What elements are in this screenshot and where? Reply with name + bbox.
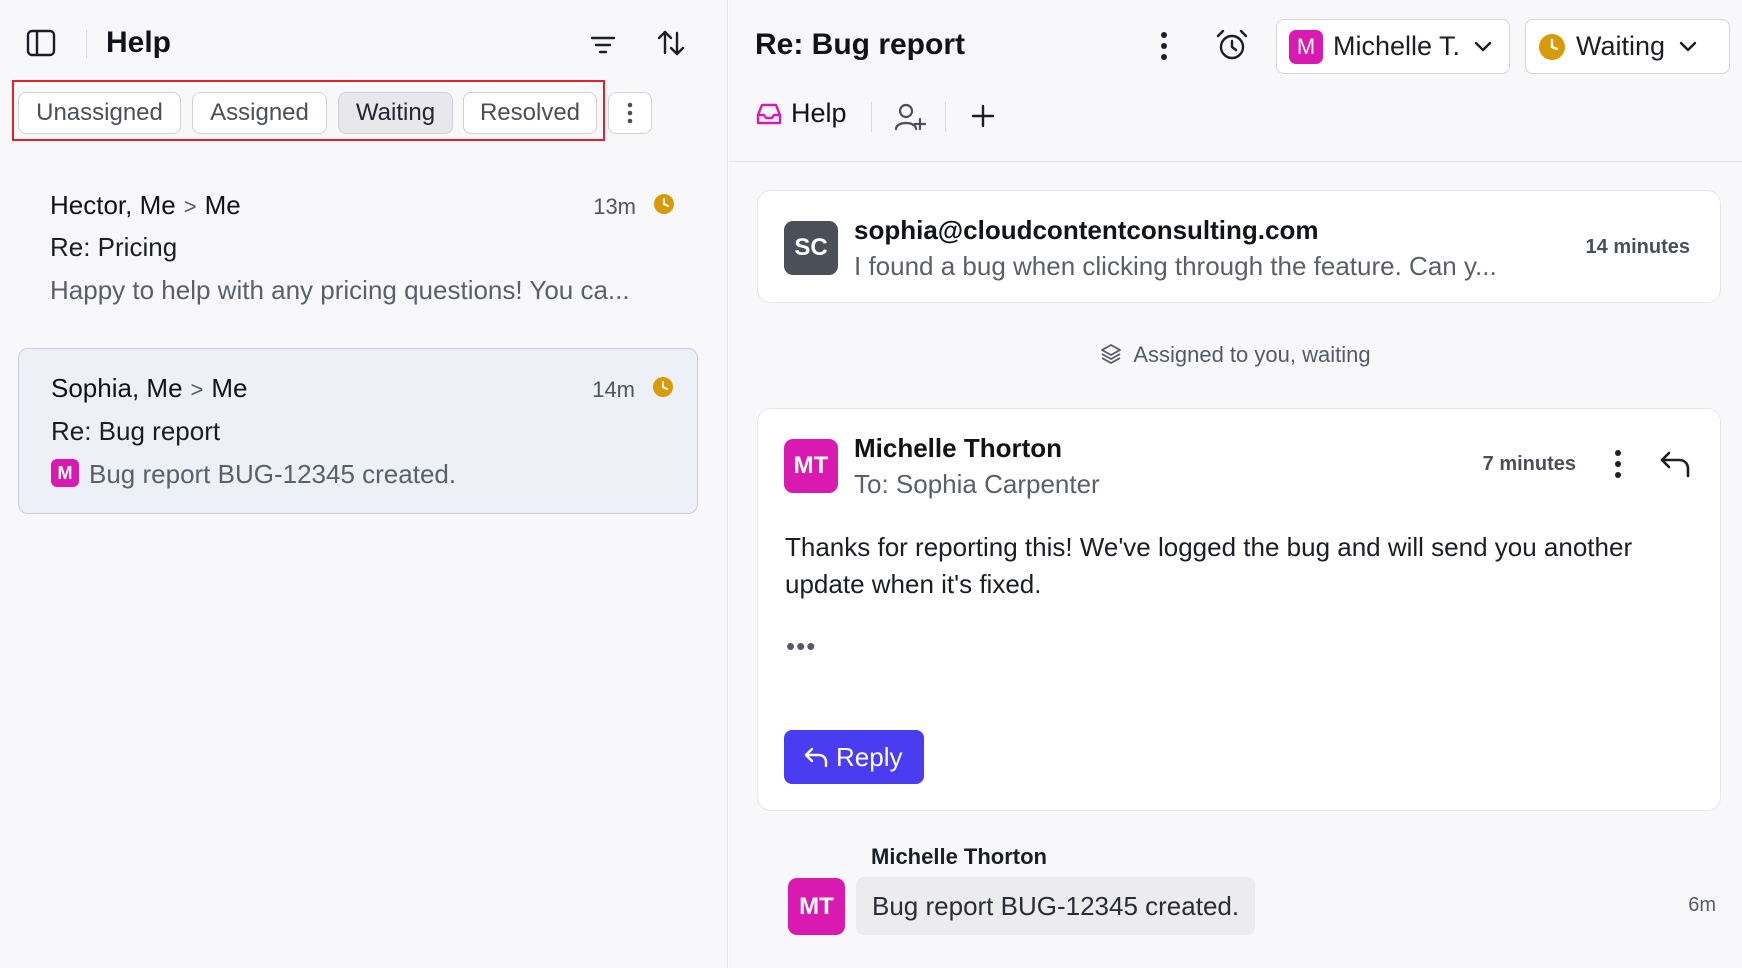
more-vertical-icon (1615, 450, 1621, 478)
inbox-icon (756, 103, 782, 124)
tab-help-inbox[interactable]: Help (755, 98, 847, 129)
message-time: 14 minutes (1585, 236, 1690, 258)
message-more-button[interactable] (1606, 447, 1630, 481)
chevron-down-icon (1474, 41, 1492, 51)
reply-icon-button[interactable] (1658, 447, 1692, 481)
conversation-item[interactable]: Sophia, Me > Me 14m Re: Bug report M Bug re… (18, 348, 698, 514)
message-snippet: I found a bug when clicking through the … (854, 251, 1497, 281)
filter-icon (590, 36, 616, 54)
message-sender: sophia@cloudcontentconsulting.com (854, 215, 1319, 245)
conversation-time: 14m (592, 377, 635, 402)
reply-icon (1660, 451, 1690, 478)
note-text: Bug report BUG-12345 created. (856, 877, 1256, 935)
clock-icon (1539, 33, 1565, 60)
avatar: M (1289, 29, 1323, 64)
avatar: M (51, 459, 79, 488)
conversation-list-panel: Help Unassigned Assigned Waiting Resolve… (0, 0, 728, 968)
conversation-participants: Hector, Me > Me (50, 190, 241, 220)
layers-icon (1101, 344, 1122, 365)
snooze-button[interactable] (1213, 26, 1251, 64)
message-card-expanded: MT Michelle Thorton To: Sophia Carpenter… (757, 408, 1721, 811)
chevron-down-icon (1679, 41, 1697, 51)
message-sender: Michelle Thorton (854, 433, 1062, 463)
conversation-title: Re: Bug report (755, 28, 965, 61)
message-card-collapsed[interactable]: SC sophia@cloudcontentconsulting.com I f… (757, 190, 1721, 303)
tab-divider (871, 102, 872, 132)
reply-button[interactable]: Reply (784, 730, 925, 784)
assignee-dropdown[interactable]: M Michelle T. (1276, 19, 1510, 74)
status-dropdown[interactable]: Waiting (1525, 19, 1730, 74)
sort-button[interactable] (654, 26, 688, 60)
show-trimmed-content-button[interactable]: ••• (786, 631, 816, 662)
plus-icon (971, 104, 995, 128)
avatar: MT (784, 439, 838, 493)
snooze-alarm-icon (1216, 29, 1248, 60)
reply-icon (804, 747, 828, 768)
tab-divider (945, 102, 946, 132)
filter-resolved[interactable]: Resolved (463, 92, 597, 134)
filter-button[interactable] (586, 28, 620, 62)
add-tab-button[interactable] (967, 100, 999, 132)
add-user-icon (894, 103, 926, 131)
avatar: MT (788, 878, 845, 935)
conversation-item[interactable]: Hector, Me > Me 13m Re: Pricing Happy to h… (18, 170, 698, 324)
conversation-preview: Happy to help with any pricing questions… (50, 275, 630, 305)
header-divider (86, 30, 87, 58)
note-time: 6m (1688, 894, 1716, 916)
conversation-participants: Sophia, Me > Me (51, 373, 248, 403)
conversation-subject: Re: Bug report (51, 416, 221, 446)
message-time: 7 minutes (1482, 453, 1576, 475)
filter-unassigned[interactable]: Unassigned (18, 92, 181, 134)
message-recipient: To: Sophia Carpenter (854, 469, 1100, 499)
avatar: SC (784, 221, 838, 275)
more-actions-button[interactable] (1149, 28, 1179, 64)
more-filters-button[interactable] (608, 92, 652, 134)
add-participant-button[interactable] (893, 100, 927, 134)
conversation-time: 13m (593, 194, 636, 219)
sort-icon (657, 30, 685, 56)
conversation-panel: Re: Bug report M Michelle T. Waiting Hel… (729, 0, 1742, 968)
assignment-event: Assigned to you, waiting (729, 342, 1742, 368)
more-vertical-icon (1161, 32, 1167, 60)
header-divider (729, 161, 1742, 162)
sidebar-toggle-icon (26, 29, 56, 57)
message-body: Thanks for reporting this! We've logged … (785, 532, 1633, 599)
clock-icon (654, 194, 674, 214)
filter-waiting[interactable]: Waiting (338, 92, 453, 134)
filter-assigned[interactable]: Assigned (192, 92, 327, 134)
assignee-name: Michelle T. (1333, 31, 1461, 61)
note-author: Michelle Thorton (871, 844, 1047, 869)
sidebar-toggle-button[interactable] (24, 26, 58, 60)
inbox-title: Help (106, 26, 172, 59)
conversation-subject: Re: Pricing (50, 232, 178, 262)
conversation-preview: M Bug report BUG-12345 created. (51, 459, 456, 490)
status-label: Waiting (1576, 31, 1666, 61)
more-vertical-icon (627, 102, 633, 124)
clock-icon (653, 377, 673, 397)
